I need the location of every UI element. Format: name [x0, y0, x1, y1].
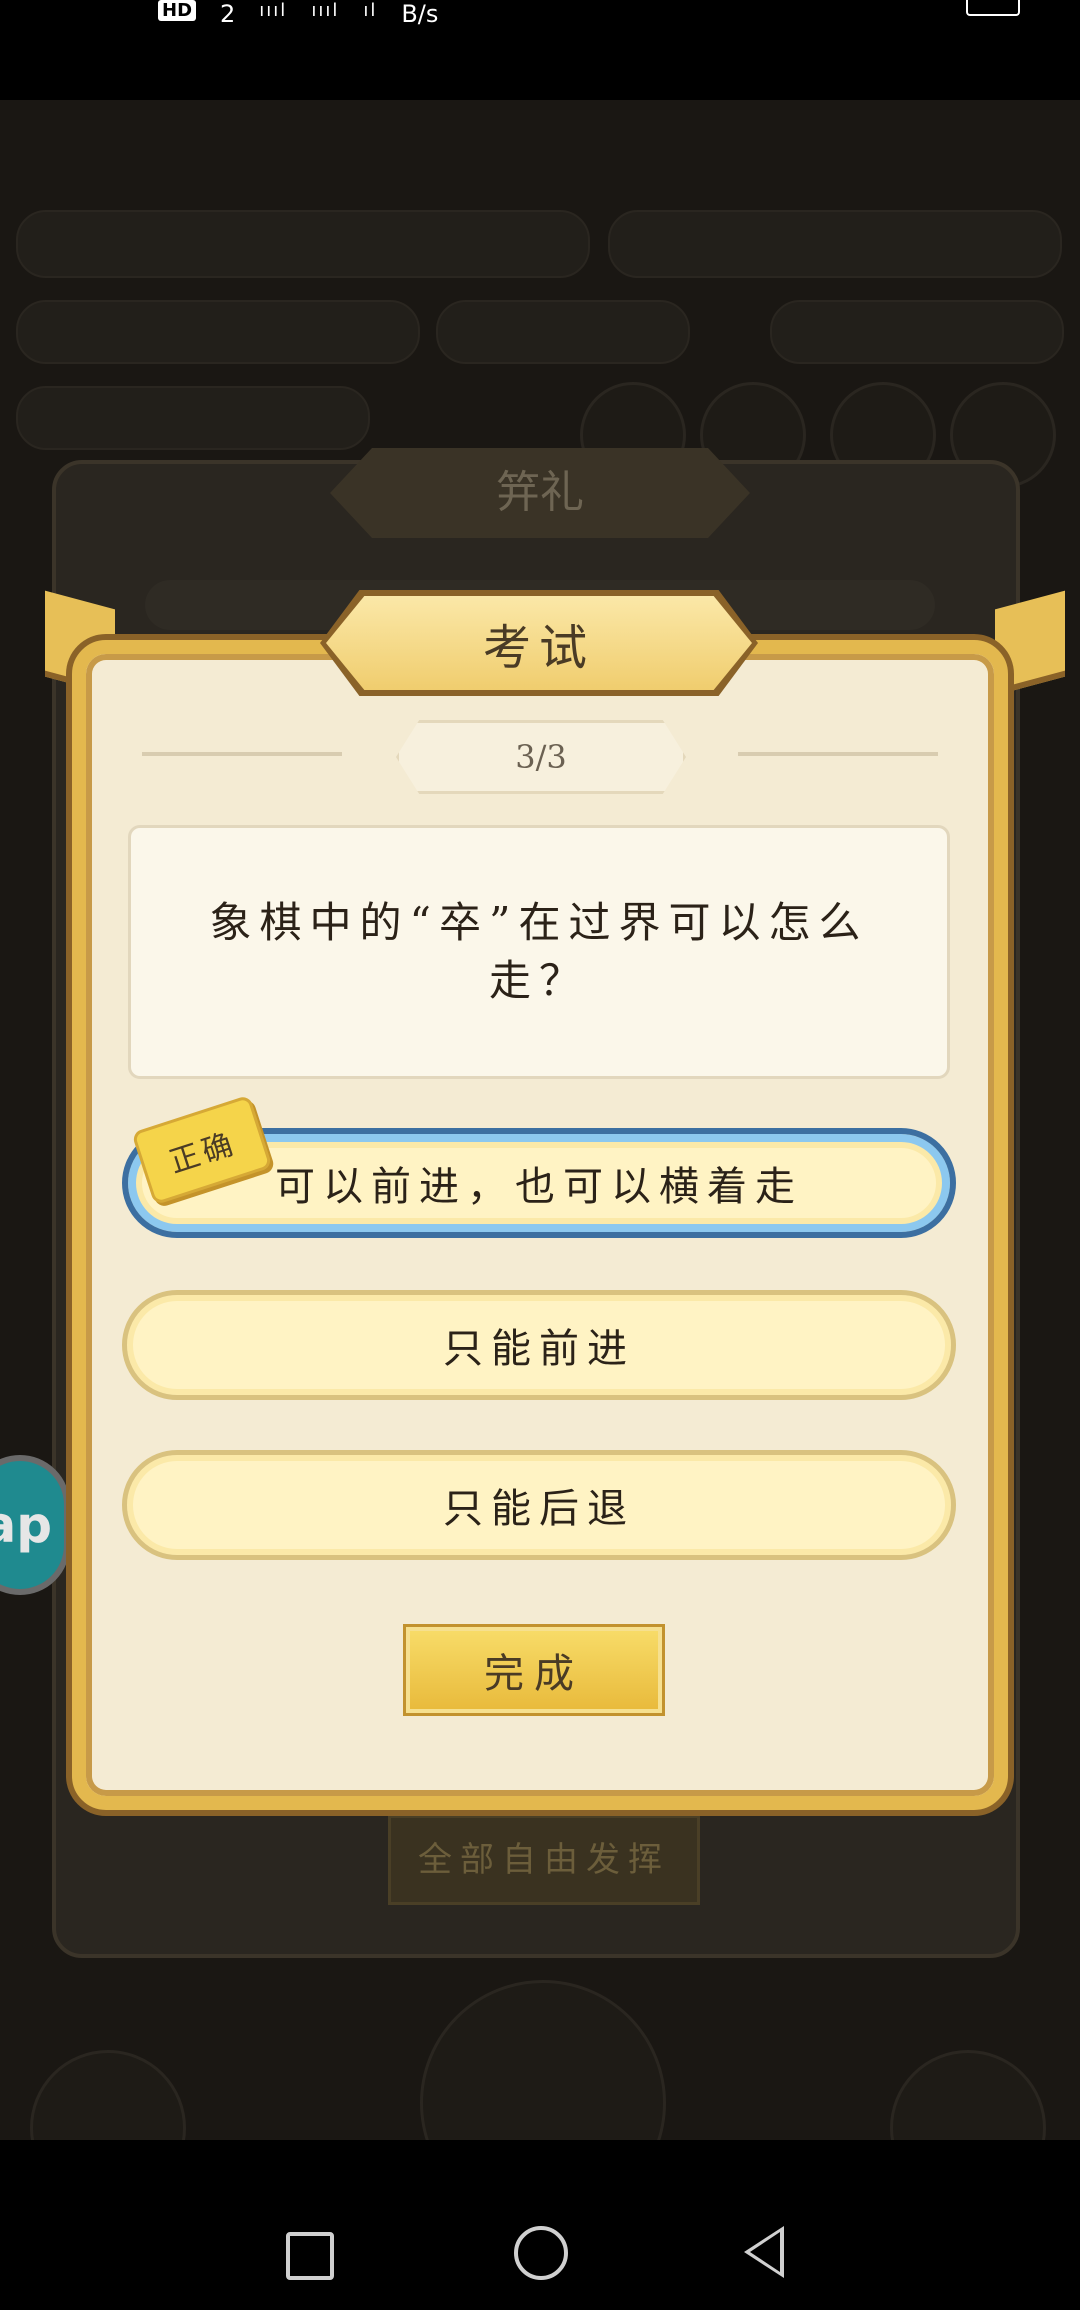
- progress-divider-left: [142, 752, 342, 756]
- recent-apps-icon[interactable]: [286, 2232, 334, 2280]
- finish-button-label: 完成: [484, 1651, 584, 1697]
- dialog-title-text: 考试: [482, 620, 595, 676]
- answer-option-3[interactable]: 只能后退: [122, 1450, 956, 1560]
- network-speed: B/s: [401, 0, 439, 28]
- bg-row: [16, 300, 420, 364]
- sim-index: 2: [220, 0, 236, 28]
- question-text: 象棋中的“卒”在过界可以怎么走？: [209, 898, 869, 1005]
- answer-option-label: 可以前进，也可以横着走: [275, 1164, 803, 1210]
- dialog-title: 考试: [326, 596, 752, 690]
- bg-panel-title: 笄礼: [330, 448, 750, 538]
- wifi-icon: ıl: [363, 0, 378, 21]
- bg-free-play-button: 全部自由发挥: [388, 1815, 700, 1905]
- question-progress: 3/3: [396, 720, 686, 794]
- bg-row: [608, 210, 1062, 278]
- battery-icon: [966, 0, 1020, 16]
- home-icon[interactable]: [514, 2226, 568, 2280]
- status-right: [946, 0, 1040, 16]
- answer-option-2[interactable]: 只能前进: [122, 1290, 956, 1400]
- bg-row: [16, 386, 370, 450]
- correct-badge-text: 正确: [165, 1126, 241, 1181]
- question-progress-text: 3/3: [515, 738, 567, 776]
- bg-row: [770, 300, 1064, 364]
- status-left: HD 2 ıııl ıııl ıl B/s: [158, 0, 438, 28]
- bg-row: [436, 300, 690, 364]
- hd-badge: HD: [158, 0, 197, 21]
- progress-divider-right: [738, 752, 938, 756]
- question-box: 象棋中的“卒”在过界可以怎么走？: [128, 825, 950, 1079]
- answer-option-label: 只能前进: [443, 1326, 635, 1372]
- back-icon[interactable]: [744, 2226, 784, 2278]
- system-nav-bar: [0, 2140, 1080, 2310]
- answer-option-label: 只能后退: [443, 1486, 635, 1532]
- signal-icon-2: ıııl: [311, 0, 340, 21]
- bg-row: [16, 210, 590, 278]
- signal-icon: ıııl: [259, 0, 288, 21]
- status-bar: HD 2 ıııl ıııl ıl B/s: [0, 0, 1080, 100]
- side-app-pill[interactable]: ap: [0, 1455, 70, 1595]
- finish-button[interactable]: 完成: [403, 1624, 665, 1716]
